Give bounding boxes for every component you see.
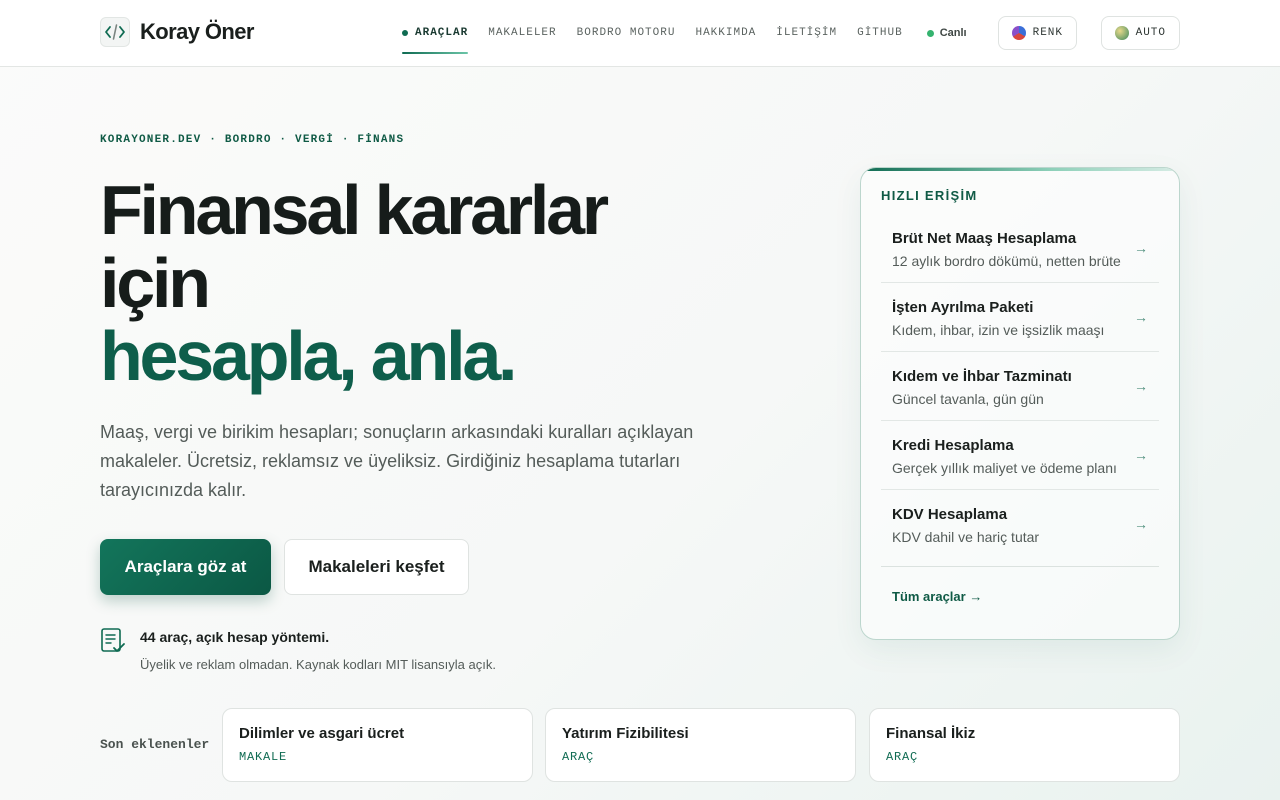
hero-title-accent: hesapla, anla. [100,317,518,395]
card-accent-line [861,168,1179,171]
brand-logo[interactable]: Koray Öner [100,17,254,47]
nav-item-iletisim[interactable]: İLETİŞİM [776,0,837,66]
hero-title: Finansal kararlar için hesapla, anla. [100,174,740,393]
tools-count-note: 44 araç, açık hesap yöntemi. [140,629,330,645]
item-subtitle: Kıdem, ihbar, izin ve işsizlik maaşı [892,322,1105,338]
all-tools-link[interactable]: Tüm araçlar → [892,589,982,604]
live-dot-icon [926,29,934,37]
brand-name: Koray Öner [140,19,254,44]
item-title: Kredi Hesaplama [892,437,1014,454]
quick-access-card: HIZLI ERİŞİM Brüt Net Maaş Hesaplama 12 … [860,167,1180,640]
main-nav: ARAÇLAR MAKALELER BORDRO MOTORU HAKKIMDA… [402,0,967,66]
recent-card-type: ARAÇ [562,750,595,764]
live-label: Canlı [939,27,967,39]
recent-card-type: ARAÇ [886,750,919,764]
color-button[interactable]: RENK [998,16,1077,50]
recent-card-dilimler[interactable]: Dilimler ve asgari ücret MAKALE [222,708,533,782]
quick-access-item-isten-ayrilma[interactable]: İşten Ayrılma Paketi Kıdem, ihbar, izin … [881,283,1159,352]
arrow-right-icon: → [1134,309,1148,325]
theme-swatch-icon [1115,26,1129,40]
recent-card-finansal-ikiz[interactable]: Finansal İkiz ARAÇ [869,708,1180,782]
item-title: Brüt Net Maaş Hesaplama [892,230,1077,247]
color-button-label: RENK [1032,27,1063,39]
checklist-icon [101,628,125,652]
code-brackets-icon [100,17,130,47]
card-divider [881,566,1159,567]
arrow-right-icon: → [1134,447,1148,463]
nav-item-hakkimda[interactable]: HAKKIMDA [695,0,756,66]
arrow-right-icon: → [1134,516,1148,532]
theme-auto-button[interactable]: AUTO [1101,16,1180,50]
recent-label: Son eklenenler [100,737,210,752]
hero-description: Maaş, vergi ve birikim hesapları; sonuçl… [100,422,694,500]
browse-tools-button[interactable]: Araçlara göz at [100,539,271,595]
license-note: Üyelik ve reklam olmadan. Kaynak kodları… [140,657,496,672]
arrow-right-icon: → [1134,378,1148,394]
explore-articles-button[interactable]: Makaleleri keşfet [284,539,469,595]
quick-access-item-kdv[interactable]: KDV Hesaplama KDV dahil ve hariç tutar → [881,490,1159,559]
item-title: Kıdem ve İhbar Tazminatı [892,368,1072,385]
site-header: Koray Öner ARAÇLAR MAKALELER BORDRO MOTO… [0,0,1280,67]
hero-title-line2: için [100,244,211,322]
color-swatch-icon [1012,26,1026,40]
item-subtitle: KDV dahil ve hariç tutar [892,529,1040,545]
nav-item-araclar[interactable]: ARAÇLAR [402,0,469,66]
item-subtitle: 12 aylık bordro dökümü, netten brüte [892,253,1121,269]
recent-card-title: Finansal İkiz [886,725,976,742]
recent-card-title: Yatırım Fizibilitesi [562,725,689,742]
quick-access-list: Brüt Net Maaş Hesaplama 12 aylık bordro … [881,214,1159,559]
hero-eyebrow: KORAYONER.DEV · BORDRO · VERGİ · FİNANS [100,134,405,146]
nav-item-github[interactable]: GİTHUB [857,0,903,66]
active-dot-icon [402,30,408,36]
nav-item-makaleler[interactable]: MAKALELER [488,0,556,66]
arrow-right-icon: → [1134,240,1148,256]
quick-access-item-kidem-ihbar[interactable]: Kıdem ve İhbar Tazminatı Güncel tavanla,… [881,352,1159,421]
item-title: KDV Hesaplama [892,506,1008,523]
recent-card-type: MAKALE [239,750,288,764]
recent-card-yatirim[interactable]: Yatırım Fizibilitesi ARAÇ [545,708,856,782]
live-status: Canlı [926,27,967,39]
quick-access-item-kredi[interactable]: Kredi Hesaplama Gerçek yıllık maliyet ve… [881,421,1159,490]
nav-item-bordro-motoru[interactable]: BORDRO MOTORU [577,0,676,66]
hero-title-line1: Finansal kararlar [100,171,609,249]
item-title: İşten Ayrılma Paketi [892,299,1034,316]
quick-access-item-brut-net[interactable]: Brüt Net Maaş Hesaplama 12 aylık bordro … [881,214,1159,283]
nav-label: ARAÇLAR [415,27,469,39]
item-subtitle: Gerçek yıllık maliyet ve ödeme planı [892,460,1117,476]
theme-button-label: AUTO [1135,27,1166,39]
recent-card-title: Dilimler ve asgari ücret [239,725,405,742]
item-subtitle: Güncel tavanla, gün gün [892,391,1044,407]
quick-access-title: HIZLI ERİŞİM [881,188,978,203]
